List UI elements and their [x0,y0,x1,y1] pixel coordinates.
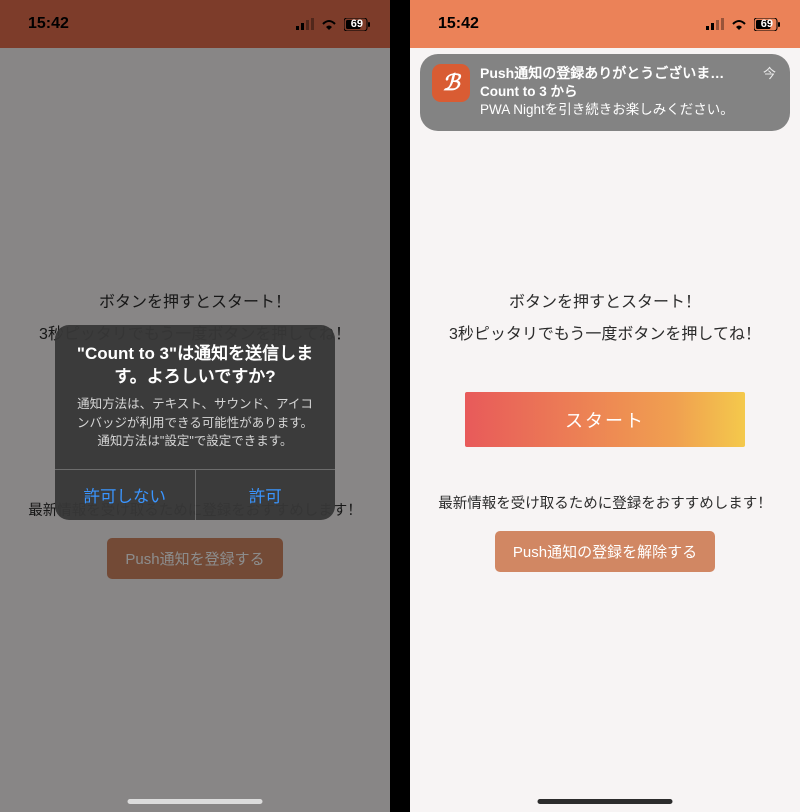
status-bar: 15:42 69 [410,0,800,48]
phone-right-screen: 15:42 69 ℬ Push通知の登録ありがとうございま… 今 Count t… [410,0,800,812]
permission-title: "Count to 3"は通知を送信します。よろしいですか? [55,325,335,393]
notification-title: Push通知の登録ありがとうございま… [480,64,724,83]
wifi-icon [730,18,748,30]
status-time: 15:42 [438,15,479,33]
permission-body: 通知方法は、テキスト、サウンド、アイコンバッジが利用できる可能性があります。通知… [55,393,335,469]
notification-time: 今 [763,65,776,83]
status-bar: 15:42 69 [0,0,390,48]
unregister-push-button[interactable]: Push通知の登録を解除する [495,531,715,572]
wifi-icon [320,18,338,30]
phone-left-screen: ボタンを押すとスタート！ 3秒ピッタリでもう一度ボタンを押してね！ 最新情報を受… [0,0,390,812]
battery-percent: 69 [351,18,363,30]
status-icons: 69 [706,18,780,31]
home-indicator[interactable] [128,799,263,804]
push-notification-banner[interactable]: ℬ Push通知の登録ありがとうございま… 今 Count to 3 から PW… [420,54,790,131]
start-button[interactable]: スタート [465,392,745,447]
permission-dialog: "Count to 3"は通知を送信します。よろしいですか? 通知方法は、テキス… [55,325,335,520]
cellular-icon [296,18,314,30]
register-note: 最新情報を受け取るために登録をおすすめします！ [438,492,772,513]
cellular-icon [706,18,724,30]
home-indicator[interactable] [538,799,673,804]
notification-app-icon: ℬ [432,64,470,102]
status-time: 15:42 [28,15,69,33]
instruction-line-1: ボタンを押すとスタート！ [509,290,701,316]
notification-body: PWA Nightを引き続きお楽しみください。 [480,101,776,119]
allow-button[interactable]: 許可 [195,470,336,520]
notification-app-name: Count to 3 から [480,83,776,101]
instruction-line-2: 3秒ピッタリでもう一度ボタンを押してね！ [449,322,761,348]
status-icons: 69 [296,18,370,31]
permission-buttons: 許可しない 許可 [55,469,335,520]
battery-icon: 69 [754,18,780,31]
notification-text: Push通知の登録ありがとうございま… 今 Count to 3 から PWA … [480,64,776,119]
battery-percent: 69 [761,18,773,30]
deny-button[interactable]: 許可しない [55,470,195,520]
battery-icon: 69 [344,18,370,31]
